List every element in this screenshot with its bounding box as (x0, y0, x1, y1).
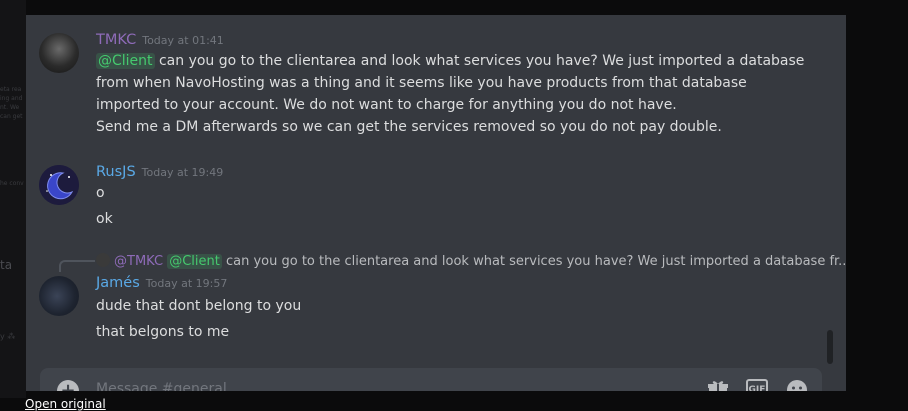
chat-panel: TMKC Today at 01:41 @Client can you go to… (26, 15, 846, 391)
reply-avatar (96, 253, 110, 267)
message-author[interactable]: Jamés Today at 19:57 (96, 275, 227, 291)
gift-icon-svg (708, 381, 728, 391)
avatar[interactable] (39, 165, 79, 205)
open-original-link[interactable]: Open original (25, 397, 106, 411)
message-timestamp: Today at 19:49 (141, 166, 224, 179)
message-text: can you go to the clientarea and look wh… (158, 53, 805, 69)
user-mention[interactable]: @Client (167, 254, 222, 269)
message-line: Send me a DM afterwards so we can get th… (96, 119, 722, 135)
reply-author[interactable]: @TMKC (114, 254, 163, 269)
emoji-icon[interactable] (786, 379, 808, 391)
reply-preview[interactable]: @TMKC @Client can you go to the clientar… (96, 253, 846, 269)
message-line: that belgons to me (96, 324, 230, 340)
message-author[interactable]: RusJS Today at 19:49 (96, 164, 223, 180)
gift-icon[interactable] (707, 379, 729, 391)
gif-icon[interactable]: GIF (746, 379, 768, 391)
avatar[interactable] (39, 276, 79, 316)
message-line: o (96, 185, 105, 201)
right-background (846, 0, 908, 398)
username-label[interactable]: Jamés (96, 275, 140, 291)
message-line: dude that dont belong to you (96, 298, 302, 314)
message-line: ok (96, 211, 113, 227)
username-label[interactable]: RusJS (96, 164, 136, 180)
message-composer[interactable]: + Message #general GIF (40, 368, 822, 391)
emoji-icon-svg (787, 380, 807, 391)
background-panel: eta rea ing and nt. We can get he conv t… (0, 0, 26, 398)
message-timestamp: Today at 19:57 (145, 277, 228, 290)
username-label[interactable]: TMKC (96, 32, 136, 48)
reply-text: can you go to the clientarea and look wh… (225, 254, 846, 269)
message-input[interactable]: Message #general (96, 381, 227, 391)
avatar[interactable] (39, 33, 79, 73)
message-timestamp: Today at 01:41 (142, 34, 224, 47)
message-author[interactable]: TMKC Today at 01:41 (96, 32, 224, 48)
plus-icon[interactable]: + (57, 380, 79, 391)
user-mention[interactable]: @Client (96, 53, 155, 69)
reply-connector (59, 260, 95, 272)
moon-icon (39, 165, 79, 205)
message-line: from when NavoHosting was a thing and it… (96, 75, 747, 91)
scrollbar-thumb[interactable] (827, 330, 833, 364)
message-line: @Client can you go to the clientarea and… (96, 53, 804, 69)
message-line: imported to your account. We do not want… (96, 97, 677, 113)
